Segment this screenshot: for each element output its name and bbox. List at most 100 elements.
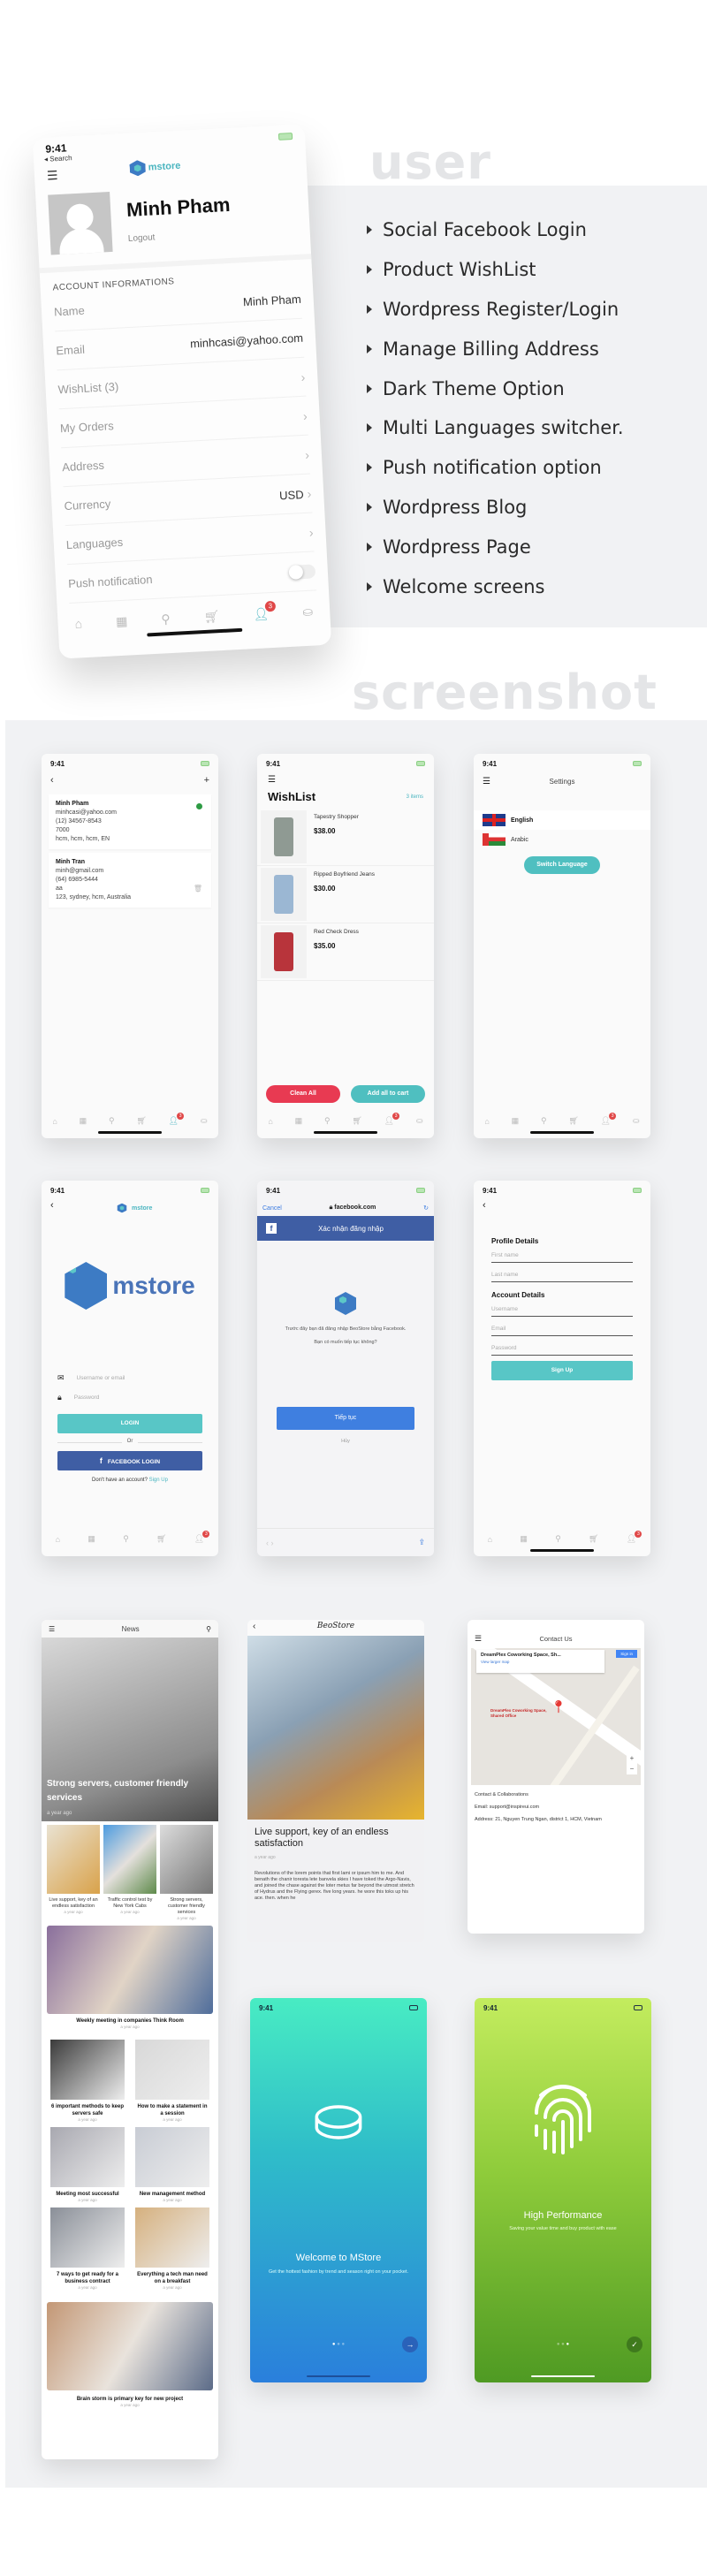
news-image[interactable] (47, 2302, 213, 2390)
map-zoom-controls[interactable]: + − (627, 1753, 637, 1774)
last-name-input[interactable]: Last name (491, 1268, 633, 1282)
home-icon[interactable]: ⌂ (52, 1117, 57, 1126)
address-card[interactable]: Minh Tran minh@gmail.com (64) 6985-5444 aa 1… (49, 853, 211, 908)
password-input[interactable]: Password (491, 1341, 633, 1356)
user-icon[interactable]: 👤︎ 3 (169, 1113, 185, 1126)
user-icon[interactable]: 👤︎ 3 (194, 1531, 210, 1544)
username-input[interactable]: Username or email (77, 1375, 125, 1381)
settings-title: Settings (549, 778, 575, 786)
news-card[interactable]: Everything a tech man need on a breakfas… (135, 2207, 209, 2290)
categories-icon[interactable]: ▦ (295, 1116, 303, 1126)
first-name-input[interactable]: First name (491, 1249, 633, 1263)
cart-icon[interactable]: 🛒︎ (136, 1116, 146, 1126)
add-all-to-cart-button[interactable]: Add all to cart (351, 1085, 425, 1103)
logout-link[interactable]: Logout (128, 228, 232, 244)
password-input[interactable]: Password (74, 1394, 100, 1401)
menu-icon[interactable]: ☰ (49, 1625, 55, 1633)
categories-icon[interactable]: ▦ (80, 1116, 87, 1126)
news-card[interactable]: 6 important methods to keep servers safe… (50, 2040, 125, 2122)
search-icon[interactable]: ⚲ (206, 1625, 211, 1633)
user-icon[interactable]: 👤︎ 3 (601, 1113, 617, 1126)
share-icon[interactable]: ⇪ (418, 1538, 425, 1547)
user-icon[interactable]: 👤︎ 3 (384, 1113, 400, 1126)
categories-icon[interactable]: ▦ (520, 1534, 528, 1544)
switch-language-button[interactable]: Switch Language (524, 856, 600, 874)
basket-icon[interactable]: ⛀ (201, 1116, 208, 1126)
news-card[interactable]: How to make a statement in a session a ye… (135, 2040, 209, 2122)
search-icon[interactable]: ⚲ (123, 1534, 129, 1544)
cart-icon[interactable]: 🛒︎ (589, 1534, 598, 1544)
wishlist-screen: 9:41 ☰ WishList 3 items Tapestry Shopper… (257, 754, 434, 1138)
basket-icon[interactable]: ⛀ (633, 1116, 640, 1126)
basket-icon[interactable]: ⛀ (302, 604, 314, 619)
categories-icon[interactable]: ▦ (87, 1534, 95, 1544)
map-sign-in-button[interactable]: Sign in (616, 1650, 637, 1658)
login-button[interactable]: LOGIN (57, 1414, 202, 1433)
back-icon[interactable]: ‹ (50, 1200, 54, 1211)
uk-flag-icon (483, 814, 506, 826)
welcome-screen-3: 9:41 High Performance Saving your value … (475, 1998, 651, 2382)
sign-up-button[interactable]: Sign Up (491, 1361, 633, 1380)
clean-all-button[interactable]: Clean All (266, 1085, 340, 1103)
check-button[interactable]: ✓ (627, 2337, 642, 2352)
wishlist-item[interactable]: Tapestry Shopper $38.00 (257, 809, 434, 866)
home-icon[interactable]: ⌂ (484, 1117, 489, 1126)
news-image[interactable] (47, 1926, 213, 2014)
fb-cancel-link[interactable]: Hủy (257, 1439, 434, 1444)
search-icon[interactable]: ⚲ (109, 1116, 115, 1126)
search-icon[interactable]: ⚲ (161, 612, 171, 627)
wishlist-item[interactable]: Red Check Dress $35.00 (257, 923, 434, 981)
delete-icon[interactable]: 🗑︎ (194, 885, 202, 893)
wishlist-item[interactable]: Ripped Boyfriend Jeans $30.00 (257, 866, 434, 923)
back-icon[interactable]: ‹ (474, 1200, 650, 1211)
cart-icon[interactable]: 🛒︎ (156, 1534, 166, 1544)
home-icon[interactable]: ⌂ (268, 1117, 272, 1126)
back-icon[interactable]: ‹ (50, 775, 54, 786)
language-english[interactable]: English (474, 810, 650, 830)
search-icon[interactable]: ⚲ (555, 1534, 561, 1544)
categories-icon[interactable]: ▦ (116, 613, 128, 629)
chevron-right-icon: › (300, 369, 306, 384)
view-larger-map-link[interactable]: View larger map (481, 1660, 600, 1664)
cancel-button[interactable]: Cancel (262, 1205, 282, 1212)
address-card[interactable]: Minh Pham minhcasi@yahoo.com (12) 34567-85… (49, 794, 211, 849)
username-input[interactable]: Username (491, 1303, 633, 1317)
hero-article[interactable]: Strong servers, customer friendly servic… (42, 1638, 218, 1821)
user-icon[interactable]: 👤︎ 3 (253, 600, 277, 622)
news-card[interactable]: Meeting most successful a year ago (50, 2127, 125, 2202)
facebook-login-button[interactable]: f FACEBOOK LOGIN (57, 1451, 202, 1470)
news-card[interactable]: Traffic control test by New York Cabs a y… (103, 1825, 156, 1920)
avatar[interactable] (48, 191, 113, 255)
next-arrow-button[interactable]: → (402, 2337, 418, 2352)
email-input[interactable]: Email (491, 1322, 633, 1336)
news-headline[interactable]: Brain storm is primary key for new proje… (42, 2396, 218, 2403)
language-arabic[interactable]: Arabic (474, 830, 650, 849)
continue-button[interactable]: Tiếp tục (277, 1407, 414, 1430)
search-icon[interactable]: ⚲ (324, 1116, 331, 1126)
bullet-triangle-icon (367, 581, 372, 591)
user-icon[interactable]: 👤︎ 3 (627, 1531, 642, 1544)
home-icon[interactable]: ⌂ (56, 1535, 60, 1544)
browser-nav-icon[interactable]: ‹ › (266, 1539, 274, 1547)
map[interactable]: DreamPlex Coworking Space, Sh... View la… (471, 1648, 641, 1785)
push-notification-toggle[interactable] (288, 563, 316, 580)
news-card[interactable]: 7 ways to get ready for a business contr… (50, 2207, 125, 2290)
news-card[interactable]: New management method a year ago (135, 2127, 209, 2202)
categories-icon[interactable]: ▦ (512, 1116, 520, 1126)
sign-up-link[interactable]: Sign Up (149, 1478, 168, 1483)
home-indicator (307, 2375, 370, 2377)
reload-icon[interactable]: ↻ (423, 1204, 429, 1212)
search-icon[interactable]: ⚲ (541, 1116, 547, 1126)
add-icon[interactable]: + (204, 775, 209, 786)
menu-icon[interactable]: ☰ (47, 168, 58, 184)
basket-icon[interactable]: ⛀ (416, 1116, 423, 1126)
cart-icon[interactable]: 🛒︎ (568, 1116, 578, 1126)
news-card[interactable]: Live support, key of an endless satisfac… (47, 1825, 100, 1920)
cart-icon[interactable]: 🛒︎ (352, 1116, 361, 1126)
home-icon[interactable]: ⌂ (488, 1535, 492, 1544)
cart-icon[interactable]: 🛒︎ (203, 609, 220, 625)
menu-icon[interactable]: ☰ (257, 773, 434, 786)
news-headline[interactable]: Weekly meeting in companies Think Room (42, 2017, 218, 2025)
home-icon[interactable]: ⌂ (74, 616, 82, 630)
news-card[interactable]: Strong servers, customer friendly servic… (160, 1825, 213, 1920)
